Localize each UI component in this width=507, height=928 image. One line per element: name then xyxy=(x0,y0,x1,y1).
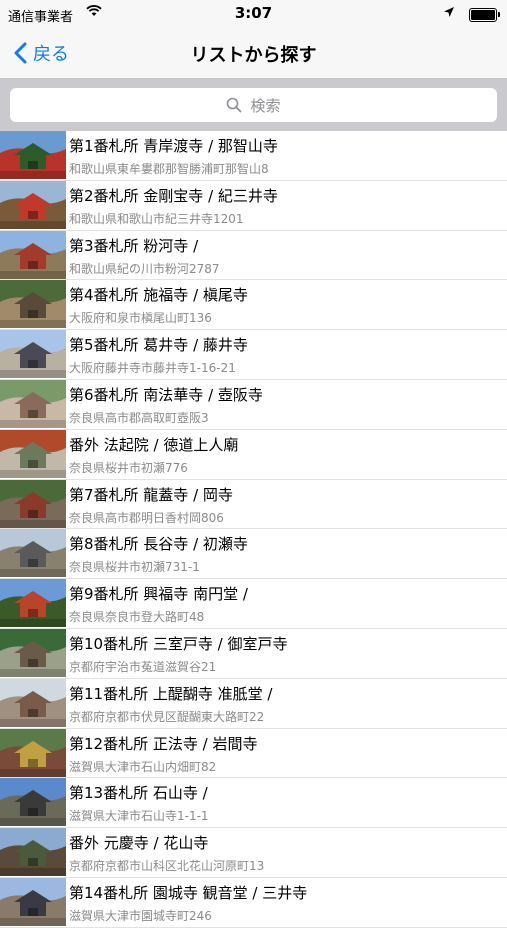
list-item[interactable]: 第5番札所 葛井寺 / 藤井寺大阪府藤井寺市藤井寺1-16-21 xyxy=(0,330,507,380)
temple-address: 滋賀県大津市園城寺町246 xyxy=(69,908,212,923)
temple-address: 京都府京都市伏見区醍醐東大路町22 xyxy=(69,709,265,724)
temple-name: 第2番札所 金剛宝寺 / 紀三井寺 xyxy=(69,186,278,205)
temple-name: 番外 元慶寺 / 花山寺 xyxy=(69,834,209,853)
temple-name: 第3番札所 粉河寺 / xyxy=(69,236,199,255)
temple-name: 第10番札所 三室戸寺 / 御室戸寺 xyxy=(69,634,288,653)
temple-name: 番外 法起院 / 徳道上人廟 xyxy=(69,435,239,454)
temple-address: 奈良県桜井市初瀬731-1 xyxy=(69,560,200,575)
list-item[interactable]: 第4番札所 施福寺 / 槇尾寺大阪府和泉市槇尾山町136 xyxy=(0,280,507,331)
temple-thumbnail xyxy=(0,628,66,677)
temple-thumbnail xyxy=(0,479,66,528)
list-item[interactable]: 第13番札所 石山寺 / 滋賀県大津市石山寺1-1-1 xyxy=(0,778,507,829)
list-item[interactable]: 第8番札所 長谷寺 / 初瀬寺奈良県桜井市初瀬731-1 xyxy=(0,529,507,580)
temple-name: 第6番札所 南法華寺 / 壺阪寺 xyxy=(69,385,263,404)
temple-address: 滋賀県大津市石山内畑町82 xyxy=(69,759,217,774)
temple-address: 滋賀県大津市石山寺1-1-1 xyxy=(69,809,209,824)
battery-icon xyxy=(469,8,500,22)
temple-thumbnail xyxy=(0,877,66,926)
temple-address: 奈良県高市郡高取町壺阪3 xyxy=(69,410,209,425)
temple-name: 第4番札所 施福寺 / 槇尾寺 xyxy=(69,286,248,305)
list-item[interactable]: 第10番札所 三室戸寺 / 御室戸寺京都府宇治市菟道滋賀谷21 xyxy=(0,628,507,679)
temple-address: 奈良県奈良市登大路町48 xyxy=(69,610,205,625)
temple-address: 和歌山県和歌山市紀三井寺1201 xyxy=(69,211,244,226)
list-item[interactable]: 第2番札所 金剛宝寺 / 紀三井寺和歌山県和歌山市紀三井寺1201 xyxy=(0,180,507,231)
temple-list: 第1番札所 青岸渡寺 / 那智山寺 和歌山県東牟婁郡那智勝浦町那智山8 第2番札所 … xyxy=(0,131,507,928)
navigation-bar: 戻る リストから探す xyxy=(0,28,507,79)
temple-name: 第13番札所 石山寺 / xyxy=(69,784,208,803)
list-item[interactable]: 第6番札所 南法華寺 / 壺阪寺奈良県高市郡高取町壺阪3 xyxy=(0,379,507,430)
temple-thumbnail xyxy=(0,180,66,229)
list-item[interactable]: 第9番札所 興福寺 南円堂 / 奈良県奈良市登大路町48 xyxy=(0,579,507,629)
location-arrow-icon xyxy=(443,6,455,22)
list-item[interactable]: 第7番札所 龍蓋寺 / 岡寺奈良県高市郡明日香村岡806 xyxy=(0,479,507,530)
list-item[interactable]: 番外 元慶寺 / 花山寺京都府京都市山科区北花山河原町13 xyxy=(0,828,507,878)
temple-name: 第9番札所 興福寺 南円堂 / xyxy=(69,585,248,604)
temple-name: 第8番札所 長谷寺 / 初瀬寺 xyxy=(69,535,248,554)
temple-address: 和歌山県紀の川市粉河2787 xyxy=(69,261,220,276)
temple-thumbnail xyxy=(0,579,66,628)
list-item[interactable]: 第3番札所 粉河寺 / 和歌山県紀の川市粉河2787 xyxy=(0,230,507,281)
search-input[interactable]: 検索 xyxy=(10,88,497,122)
temple-thumbnail xyxy=(0,778,66,827)
search-placeholder: 検索 xyxy=(250,96,281,115)
status-time: 3:07 xyxy=(234,4,273,22)
list-item[interactable]: 第1番札所 青岸渡寺 / 那智山寺和歌山県東牟婁郡那智勝浦町那智山8 xyxy=(0,131,507,181)
temple-thumbnail xyxy=(0,131,66,179)
temple-thumbnail xyxy=(0,429,66,478)
temple-thumbnail xyxy=(0,280,66,329)
list-item[interactable]: 第14番札所 園城寺 観音堂 / 三井寺 滋賀県大津市園城寺町246 xyxy=(0,877,507,928)
temple-thumbnail xyxy=(0,379,66,428)
search-icon xyxy=(227,97,242,113)
list-item[interactable]: 第11番札所 上醍醐寺 准胝堂 / 京都府京都市伏見区醍醐東大路町22 xyxy=(0,678,507,729)
list-item[interactable]: 第12番札所 正法寺 / 岩間寺滋賀県大津市石山内畑町82 xyxy=(0,728,507,779)
temple-thumbnail xyxy=(0,330,66,379)
temple-thumbnail xyxy=(0,529,66,578)
temple-name: 第5番札所 葛井寺 / 藤井寺 xyxy=(69,336,248,355)
temple-name: 第11番札所 上醍醐寺 准胝堂 / xyxy=(69,684,273,703)
temple-name: 第1番札所 青岸渡寺 / 那智山寺 xyxy=(69,137,278,155)
temple-address: 京都府京都市山科区北花山河原町13 xyxy=(69,859,265,874)
temple-thumbnail xyxy=(0,230,66,279)
temple-address: 京都府宇治市菟道滋賀谷21 xyxy=(69,659,217,674)
page-title: リストから探す xyxy=(190,45,317,66)
temple-name: 第7番札所 龍蓋寺 / 岡寺 xyxy=(69,485,233,504)
temple-name: 第12番札所 正法寺 / 岩間寺 xyxy=(69,734,258,753)
search-bar: 検索 xyxy=(0,79,507,131)
temple-address: 奈良県桜井市初瀬776 xyxy=(69,460,188,475)
temple-thumbnail xyxy=(0,828,66,877)
temple-address: 和歌山県東牟婁郡那智勝浦町那智山8 xyxy=(69,162,269,176)
temple-address: 大阪府和泉市槇尾山町136 xyxy=(69,311,212,326)
temple-address: 大阪府藤井寺市藤井寺1-16-21 xyxy=(69,361,236,376)
list-item[interactable]: 番外 法起院 / 徳道上人廟奈良県桜井市初瀬776 xyxy=(0,429,507,480)
temple-address: 奈良県高市郡明日香村岡806 xyxy=(69,510,224,525)
temple-thumbnail xyxy=(0,678,66,727)
temple-thumbnail xyxy=(0,728,66,777)
status-bar: 通信事業者 3:07 xyxy=(0,0,507,28)
